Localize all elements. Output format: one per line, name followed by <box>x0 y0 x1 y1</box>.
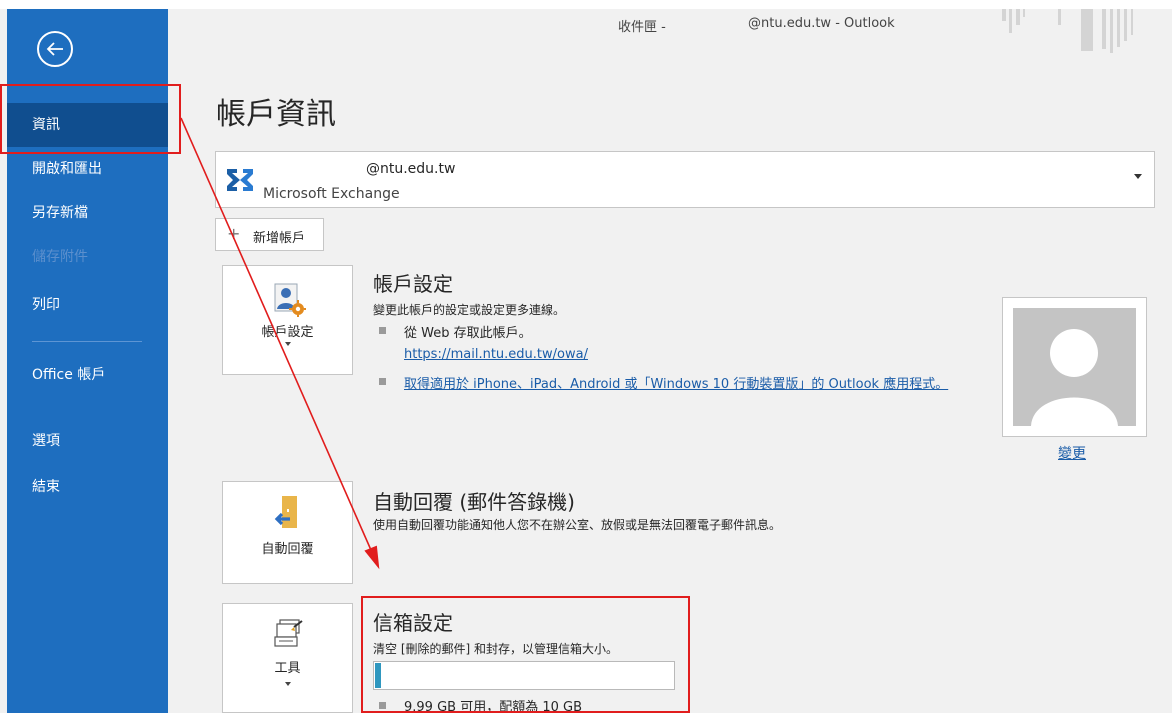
annotation-arrow <box>180 117 380 570</box>
backstage-view: 資訊 開啟和匯出 另存新檔 儲存附件 列印 Office 帳戶 選項 結束 收件… <box>0 0 1172 715</box>
